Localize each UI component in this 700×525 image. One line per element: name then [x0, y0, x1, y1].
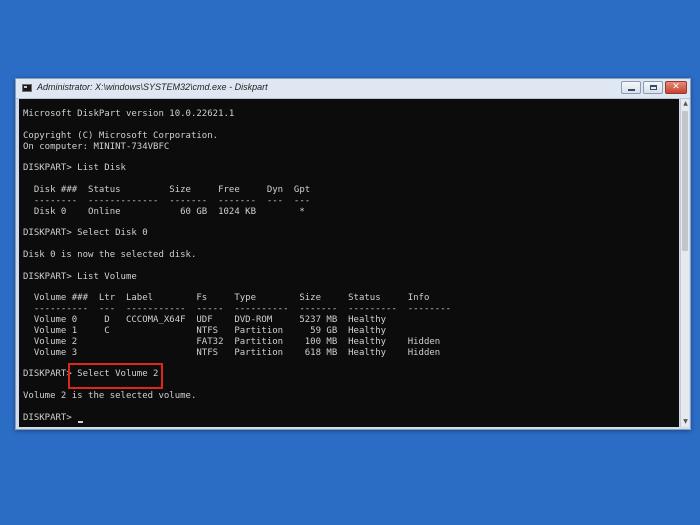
console-line: Volume 2 is the selected volume.: [23, 390, 197, 401]
console-line: ---------- --- ----------- ----- -------…: [23, 304, 452, 315]
console-line: DISKPART> List Volume: [23, 271, 137, 282]
console-line: DISKPART> List Disk: [23, 163, 126, 174]
minimize-button[interactable]: [621, 81, 641, 94]
console-line: Volume 1 C NTFS Partition 59 GB Healthy: [23, 325, 387, 336]
title-bar[interactable]: Administrator: X:\windows\SYSTEM32\cmd.e…: [16, 79, 690, 99]
console-line: Volume 0 D CCCOMA_X64F UDF DVD-ROM 5237 …: [23, 315, 387, 326]
prompt-text: DISKPART>: [23, 412, 78, 423]
close-button[interactable]: ✕: [665, 81, 687, 94]
scroll-down-icon[interactable]: ▼: [682, 418, 689, 426]
cmd-icon[interactable]: [22, 84, 32, 92]
console-line: Microsoft DiskPart version 10.0.22621.1: [23, 109, 235, 119]
window-title: Administrator: X:\windows\SYSTEM32\cmd.e…: [37, 82, 268, 92]
prompt-line[interactable]: DISKPART>: [23, 413, 451, 424]
text-cursor: [78, 420, 84, 423]
maximize-icon: [649, 85, 657, 90]
highlight-box: [68, 363, 163, 389]
console-line: -------- ------------- ------- ------- -…: [23, 195, 311, 206]
scroll-up-icon[interactable]: ▲: [682, 100, 689, 108]
vertical-scrollbar[interactable]: ▲ ▼: [680, 99, 689, 427]
console-line: Volume 3 NTFS Partition 618 MB Healthy H…: [23, 347, 441, 358]
console-line: On computer: MININT-734VBFC: [23, 141, 170, 152]
maximize-button[interactable]: [643, 81, 663, 94]
console-line: Disk 0 Online 60 GB 1024 KB *: [23, 206, 305, 217]
window-controls: ✕: [621, 81, 687, 95]
console-line: Volume ### Ltr Label Fs Type Size Status…: [23, 293, 430, 304]
scrollbar-thumb[interactable]: [682, 111, 688, 251]
console-line: Disk ### Status Size Free Dyn Gpt: [23, 184, 311, 195]
close-icon: ✕: [672, 82, 680, 92]
console-line: Disk 0 is now the selected disk.: [23, 249, 197, 260]
console-line: Volume 2 FAT32 Partition 100 MB Healthy …: [23, 336, 441, 347]
console-line: DISKPART> Select Disk 0: [23, 228, 148, 239]
minimize-icon: [627, 89, 635, 91]
console-line: Copyright (C) Microsoft Corporation.: [23, 130, 219, 141]
